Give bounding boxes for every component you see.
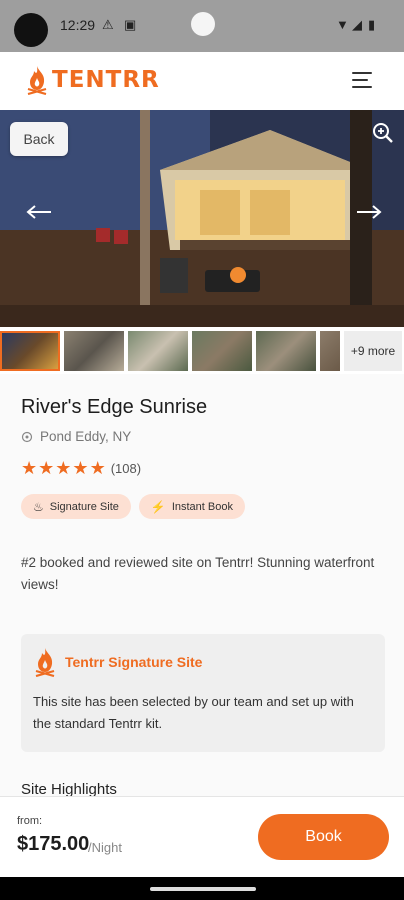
book-button[interactable]: Book: [258, 814, 389, 860]
menu-icon[interactable]: [352, 72, 372, 93]
signal-icon: ◢: [352, 17, 362, 32]
star-icon: ★: [38, 458, 55, 478]
status-bar: 12:29 ⚠ ▣ ▼ ◢ ▮: [0, 0, 404, 52]
price-value: $175.00: [17, 833, 90, 855]
lightning-icon: ⚡: [150, 499, 166, 514]
listing-details: River's Edge Sunrise Pond Eddy, NY ★ ★ ★…: [0, 374, 404, 796]
listing-location: Pond Eddy, NY: [21, 429, 131, 444]
wifi-icon: ▼: [336, 17, 349, 32]
price-unit: /Night: [88, 840, 122, 855]
listing-title: River's Edge Sunrise: [21, 396, 208, 418]
home-indicator[interactable]: [150, 887, 256, 891]
thumbnail-3[interactable]: [128, 331, 188, 371]
warning-icon: ⚠: [102, 17, 114, 32]
thumbnail-6[interactable]: [320, 331, 340, 371]
back-button[interactable]: Back: [10, 122, 68, 156]
more-photos-button[interactable]: +9 more: [344, 331, 402, 371]
thumbnail-1[interactable]: [0, 331, 60, 371]
prev-image-arrow-icon[interactable]: [26, 204, 52, 225]
listing-description: #2 booked and reviewed site on Tentrr! S…: [21, 555, 375, 592]
zoom-icon[interactable]: [372, 122, 394, 149]
thumbnail-strip: +9 more: [0, 329, 404, 373]
price-from-label: from:: [17, 815, 43, 827]
badge-row: ♨ Signature Site ⚡ Instant Book: [21, 494, 245, 519]
hero-image[interactable]: Back: [0, 110, 404, 327]
signature-site-card: Tentrr Signature Site This site has been…: [21, 634, 385, 752]
camera-cutout: [14, 13, 48, 47]
location-text: Pond Eddy, NY: [40, 429, 132, 444]
campfire-icon: [33, 647, 57, 682]
campfire-icon: ♨: [33, 499, 44, 514]
signature-site-badge: ♨ Signature Site: [21, 494, 131, 519]
badge-label: Instant Book: [171, 500, 233, 513]
rating[interactable]: ★ ★ ★ ★ ★ (108): [21, 458, 141, 479]
star-icon: ★: [72, 458, 89, 478]
thumbnail-4[interactable]: [192, 331, 252, 371]
thumbnail-2[interactable]: [64, 331, 124, 371]
review-count: (108): [110, 461, 142, 476]
next-image-arrow-icon[interactable]: [356, 204, 382, 225]
app-header: TENTRR: [0, 52, 404, 111]
brand-logo[interactable]: TENTRR: [26, 65, 160, 95]
status-time: 12:29: [60, 17, 96, 33]
signature-card-title: Tentrr Signature Site: [65, 654, 203, 670]
star-icon: ★: [21, 458, 38, 478]
signature-card-text: This site has been selected by our team …: [33, 694, 354, 731]
battery-icon: ▮: [368, 17, 376, 32]
star-icon: ★: [89, 458, 106, 478]
site-highlights-heading: Site Highlights: [21, 781, 117, 796]
instant-book-badge: ⚡ Instant Book: [138, 494, 245, 519]
notification-icon: ▣: [124, 17, 137, 32]
badge-label: Signature Site: [49, 500, 119, 513]
star-icon: ★: [55, 458, 72, 478]
thumbnail-5[interactable]: [256, 331, 316, 371]
location-pin-icon: [21, 431, 33, 442]
brand-name: TENTRR: [52, 67, 160, 93]
system-nav-bar: [0, 877, 404, 900]
campfire-logo-icon: [27, 66, 47, 95]
status-dot: [191, 12, 215, 36]
booking-footer: from: $175.00 /Night Book: [0, 796, 404, 877]
